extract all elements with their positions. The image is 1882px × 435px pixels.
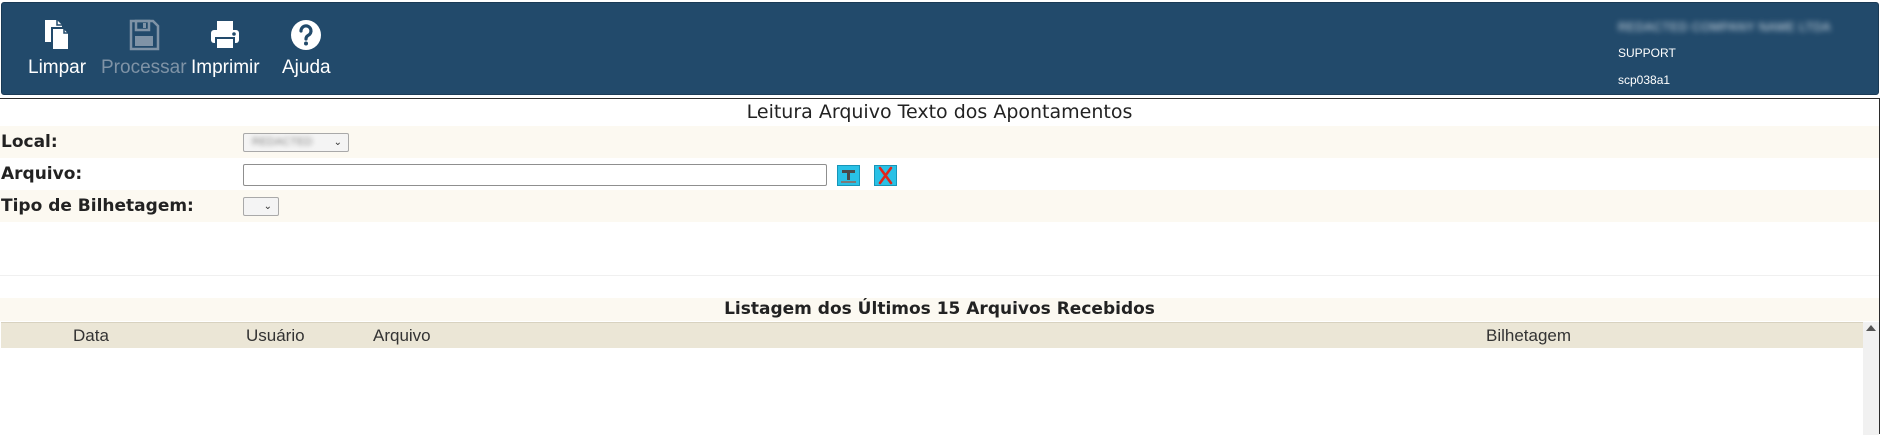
red-x-icon [878,166,893,185]
document-copy-icon [45,20,71,51]
imprimir-label: Imprimir [191,57,260,78]
tipo-bilhetagem-select[interactable]: ⌄ [243,197,279,216]
processar-label: Processar [101,57,187,78]
ajuda-label: Ajuda [282,57,331,78]
divider [0,275,1879,276]
printer-icon [211,21,240,50]
chevron-down-icon: ⌄ [263,201,272,212]
user-role: SUPPORT [1618,46,1676,60]
clear-file-button[interactable] [874,165,897,186]
tipo-bilhetagem-label: Tipo de Bilhetagem: [1,196,194,216]
limpar-label: Limpar [28,57,87,78]
local-label: Local: [1,132,58,152]
limpar-button[interactable]: Limpar [28,17,86,79]
imprimir-button[interactable]: Imprimir [191,17,260,79]
local-row: Local: REDACTED ⌄ [0,126,1879,158]
arquivo-row: Arquivo: [0,158,1879,190]
processar-button[interactable]: Processar [101,17,187,79]
arquivo-input[interactable] [243,164,827,186]
column-arquivo[interactable]: Arquivo [373,323,431,348]
column-usuario[interactable]: Usuário [246,323,305,348]
ajuda-button[interactable]: Ajuda [282,17,331,79]
tipo-bilhetagem-row: Tipo de Bilhetagem: ⌄ [0,190,1879,222]
column-bilhetagem[interactable]: Bilhetagem [1486,323,1571,348]
page-title: Leitura Arquivo Texto dos Apontamentos [746,101,1133,123]
local-select[interactable]: REDACTED ⌄ [243,133,349,152]
form-panel: Leitura Arquivo Texto dos Apontamentos L… [0,98,1880,435]
upload-button[interactable] [837,165,860,186]
company-name: REDACTED COMPANY NAME LTDA [1618,20,1832,34]
arquivo-label: Arquivo: [1,164,83,184]
scroll-up-arrow-icon[interactable] [1866,325,1876,331]
chevron-down-icon: ⌄ [333,137,342,148]
floppy-disk-icon [129,19,160,51]
list-scrollbar[interactable] [1863,322,1879,435]
upload-icon [841,170,856,183]
list-title: Listagem dos Últimos 15 Arquivos Recebid… [0,298,1879,321]
column-data[interactable]: Data [73,323,109,348]
local-select-value: REDACTED [252,136,313,148]
list-header: Data Usuário Arquivo Bilhetagem [1,322,1863,348]
program-code: scp038a1 [1618,73,1671,87]
question-circle-icon [291,20,322,50]
user-info: REDACTED COMPANY NAME LTDA SUPPORT scp03… [1618,20,1831,87]
top-toolbar: Limpar Processar Imprimir Ajuda REDACTED… [1,2,1879,95]
